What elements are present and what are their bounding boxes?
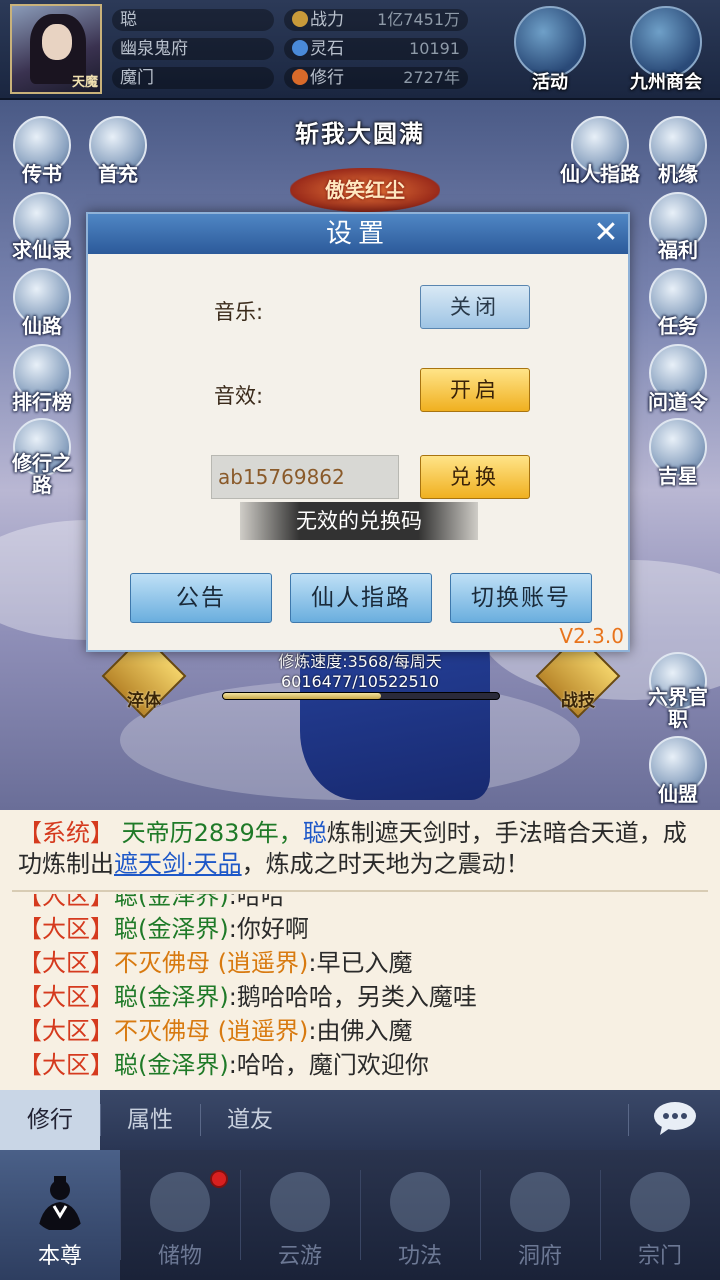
office-button[interactable]: 六界官职	[636, 652, 720, 732]
scroll-button[interactable]: 求仙录	[0, 192, 84, 272]
stat-power: 战力 1亿7451万	[284, 9, 468, 31]
chat-line: 【大区】聪(金泽界):鹅哈哈哈，另类入魔哇	[18, 983, 477, 1011]
announcement-button[interactable]: 公告	[130, 573, 272, 623]
nav-character[interactable]: 本尊	[0, 1150, 120, 1280]
sfx-toggle-button[interactable]: 开启	[420, 368, 530, 412]
quest-button[interactable]: 任务	[636, 268, 720, 348]
immortal-path-button[interactable]: 仙路	[0, 268, 84, 348]
lucky-star-button[interactable]: 吉星	[636, 418, 720, 498]
title-logo: 傲笑红尘	[290, 168, 440, 212]
dialog-title: 设置	[88, 214, 628, 254]
cultivation-progress-text: 6016477/10522510	[280, 672, 440, 691]
cultivation-progress-bar	[222, 692, 500, 700]
switch-account-button[interactable]: 切换账号	[450, 573, 592, 623]
activity-button[interactable]: 活动	[510, 6, 590, 96]
player-sect: 魔门	[112, 67, 274, 89]
notification-dot	[210, 1170, 228, 1188]
settings-dialog: 设置 ✕ 音乐: 关闭 音效: 开启 兑换 无效的兑换码 公告 仙人指路 切换账…	[86, 212, 630, 652]
nav-cave[interactable]: 洞府	[480, 1150, 600, 1280]
technique-icon	[390, 1172, 450, 1232]
sfx-label: 音效:	[214, 384, 264, 408]
welfare-button[interactable]: 福利	[636, 192, 720, 272]
chat-divider	[12, 890, 708, 892]
chat-line: 【大区】不灭佛母 (逍遥界):早已入魔	[18, 949, 413, 977]
merchant-guild-button[interactable]: 九州商会	[616, 6, 716, 96]
player-realm: 幽泉鬼府	[112, 38, 274, 60]
player-name: 聪	[112, 9, 274, 31]
avatar-tag: 天魔	[71, 75, 98, 90]
guide-dialog-button[interactable]: 仙人指路	[290, 573, 432, 623]
tab-cultivation[interactable]: 修行	[0, 1090, 100, 1150]
fortune-button[interactable]: 机缘	[636, 116, 720, 196]
error-toast: 无效的兑换码	[240, 502, 478, 540]
chat-bubble-icon[interactable]	[652, 1100, 698, 1136]
chat-line: 【大区】聪(金泽界):哈哈，魔门欢迎你	[18, 1051, 429, 1079]
redeem-code-input[interactable]	[211, 455, 399, 499]
nav-sect[interactable]: 宗门	[600, 1150, 720, 1280]
chat-panel[interactable]: 【系统】 天帝历2839年，聪炼制遮天剑时，手法暗合天道，成功炼制出遮天剑·天品…	[0, 810, 720, 1090]
tab-friends[interactable]: 道友	[200, 1090, 300, 1150]
realm-banner: 斩我大圆满	[295, 120, 425, 148]
first-recharge-button[interactable]: 首充	[76, 116, 160, 196]
cultivation-road-button[interactable]: 修行之路	[0, 418, 84, 498]
item-link[interactable]: 遮天剑·天品	[114, 850, 242, 878]
top-bar: 天魔 聪 幽泉鬼府 魔门 战力 1亿7451万 灵石 10191 修行 2727…	[0, 0, 720, 100]
player-avatar[interactable]: 天魔	[10, 4, 102, 94]
version-label: V2.3.0	[559, 624, 624, 648]
music-toggle-button[interactable]: 关闭	[420, 285, 530, 329]
travel-mountain-icon	[270, 1172, 330, 1232]
stat-spirit-stone: 灵石 10191	[284, 38, 468, 60]
chat-line: 【大区】聪(金泽界):哈哈	[18, 882, 285, 910]
cultivation-progress-fill	[223, 693, 381, 699]
music-label: 音乐:	[214, 300, 264, 324]
nav-travel[interactable]: 云游	[240, 1150, 360, 1280]
chat-line: 【大区】聪(金泽界):你好啊	[18, 915, 309, 943]
bottom-nav: 本尊 储物 云游 功法 洞府 宗门	[0, 1150, 720, 1280]
battle-skill-button[interactable]: 战技	[535, 633, 621, 726]
system-message: 【系统】 天帝历2839年，聪炼制遮天剑时，手法暗合天道，成功炼制出遮天剑·天品…	[18, 819, 687, 878]
ranking-button[interactable]: 排行榜	[0, 344, 84, 424]
close-icon[interactable]: ✕	[590, 218, 622, 250]
sect-gate-icon	[630, 1172, 690, 1232]
stat-cultivation: 修行 2727年	[284, 67, 468, 89]
chat-line: 【大区】不灭佛母 (逍遥界):由佛入魔	[18, 1017, 413, 1045]
cave-icon	[510, 1172, 570, 1232]
spirit-stone-icon	[292, 40, 308, 56]
body-tempering-button[interactable]: 淬体	[101, 633, 187, 726]
redeem-button[interactable]: 兑换	[420, 455, 530, 499]
storage-bag-icon	[150, 1172, 210, 1232]
token-button[interactable]: 问道令	[636, 344, 720, 424]
panel-tabs: 修行 属性 道友	[0, 1090, 720, 1150]
tab-attributes[interactable]: 属性	[100, 1090, 200, 1150]
character-icon	[38, 1176, 82, 1230]
cultivation-icon	[292, 69, 308, 85]
alliance-button[interactable]: 仙盟	[636, 736, 720, 810]
nav-storage[interactable]: 储物	[120, 1150, 240, 1280]
nav-technique[interactable]: 功法	[360, 1150, 480, 1280]
power-icon	[292, 11, 308, 27]
